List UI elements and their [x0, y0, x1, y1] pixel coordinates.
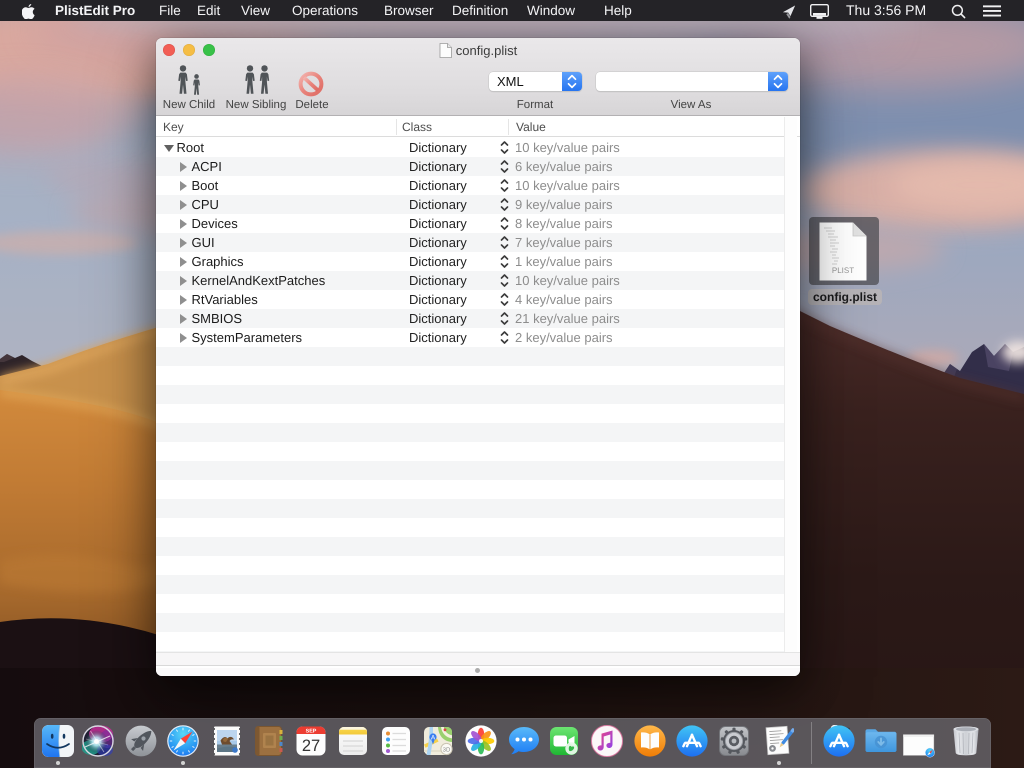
svg-text:A: A: [431, 735, 436, 742]
svg-text:27: 27: [301, 737, 319, 755]
svg-text:SEP: SEP: [305, 729, 316, 735]
svg-text:3D: 3D: [443, 746, 451, 753]
svg-text:PLIST: PLIST: [832, 266, 854, 275]
